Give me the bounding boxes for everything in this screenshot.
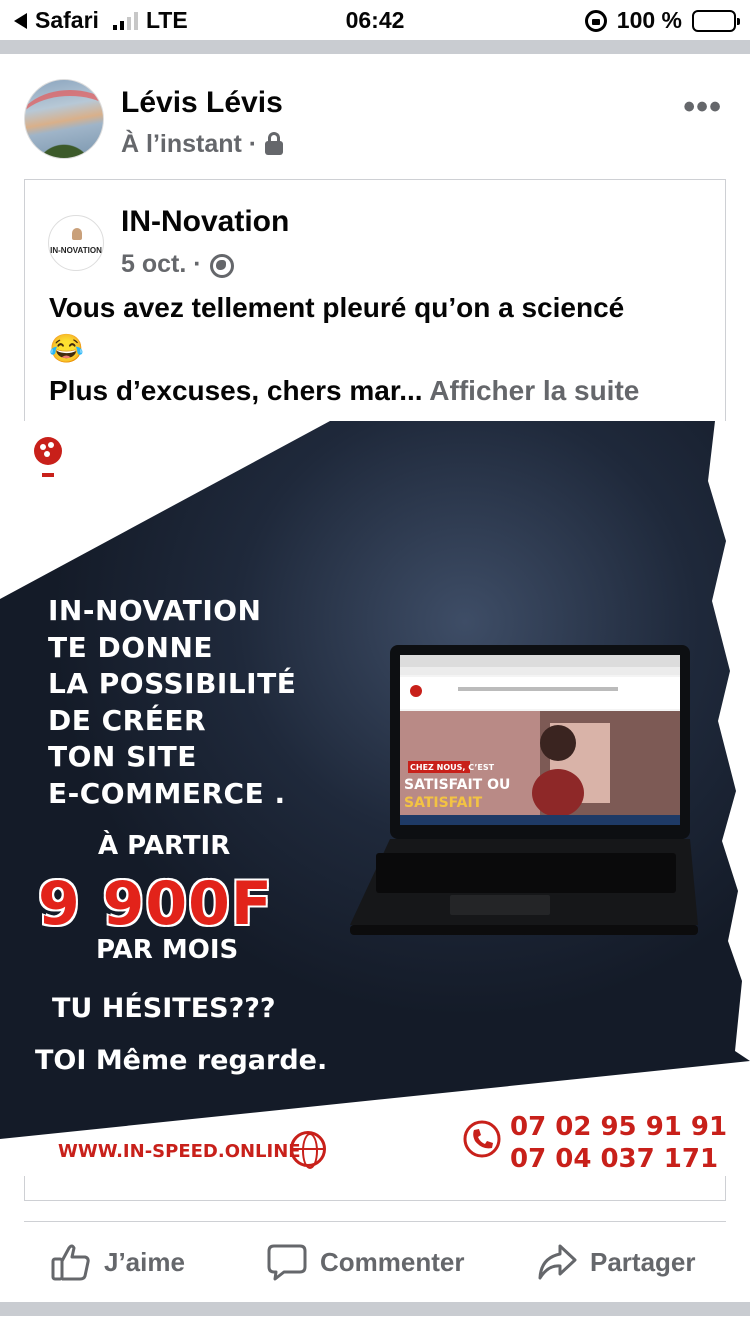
status-right: 100 % — [584, 7, 740, 34]
page-name[interactable]: IN-Novation — [121, 205, 289, 239]
screen-banner-line3: SATISFAIT — [404, 795, 483, 811]
share-icon — [538, 1244, 577, 1280]
share-label: Partager — [590, 1246, 696, 1277]
comment-button[interactable]: Commenter — [266, 1240, 464, 1284]
ad-brand: IN-SPE-E-D — [18, 481, 163, 506]
laptop-image — [350, 645, 698, 935]
headline-line: DE CRÉER — [48, 703, 207, 737]
ad-image[interactable]: IN-SPE-E-D IN-NOVATION TE DONNE LA POSSI… — [0, 421, 750, 1176]
lock-icon — [265, 131, 284, 155]
bulb-icon — [72, 228, 82, 240]
ad-from-label: À PARTIR — [98, 831, 231, 861]
bulb-logo-icon — [34, 437, 62, 477]
like-button[interactable]: J’aime — [50, 1240, 185, 1284]
headline-line: LA POSSIBILITÉ — [48, 667, 297, 700]
more-options-icon[interactable]: ••• — [683, 88, 722, 127]
comment-label: Commenter — [320, 1246, 465, 1277]
shared-post-date: 5 oct. · — [121, 250, 234, 279]
post-timestamp: À l’instant · — [121, 130, 284, 159]
comment-icon — [267, 1244, 307, 1281]
page-avatar-text: IN-NOVATION — [50, 245, 102, 255]
headline-line: TE DONNE — [48, 630, 214, 664]
headline-line: IN-NOVATION — [48, 594, 262, 627]
see-more-link[interactable]: Afficher la suite — [429, 375, 639, 406]
ad-phones: 07 02 95 91 91 07 04 037 171 — [510, 1111, 727, 1175]
headline-line: E-COMMERCE . — [48, 776, 286, 810]
ad-cta: TOI Même regarde. — [35, 1045, 328, 1076]
bottom-separator — [0, 1302, 750, 1316]
page-avatar[interactable]: IN-NOVATION — [48, 215, 104, 271]
post-text-truncated: Plus d’excuses, chers mar... — [49, 375, 423, 406]
post-text-line2: Plus d’excuses, chers mar... Afficher la… — [49, 369, 639, 412]
headline-line: TON SITE — [48, 740, 197, 773]
ad-period: PAR MOIS — [96, 935, 239, 965]
author-avatar[interactable] — [24, 79, 104, 159]
author-name[interactable]: Lévis Lévis — [121, 86, 283, 120]
battery-percent: 100 % — [616, 7, 682, 33]
screen-banner-line2: SATISFAIT OU — [404, 777, 511, 793]
thumbs-up-icon — [51, 1244, 90, 1281]
ad-phone-1: 07 02 95 91 91 — [510, 1112, 728, 1142]
screen-banner-line1: CHEZ NOUS, C’EST — [410, 763, 495, 772]
like-label: J’aime — [104, 1246, 185, 1277]
globe-icon — [209, 253, 234, 278]
share-button[interactable]: Partager — [536, 1240, 696, 1284]
shared-date-text: 5 oct. · — [121, 250, 202, 278]
post-time-text: À l’instant · — [121, 130, 258, 158]
ad-headline: IN-NOVATION TE DONNE LA POSSIBILITÉ DE C… — [48, 593, 296, 812]
orientation-lock-icon — [584, 9, 607, 32]
battery-icon — [692, 9, 740, 32]
actions-separator — [24, 1221, 726, 1222]
laughing-emoji: 😂 — [49, 333, 84, 364]
status-bar: Safari LTE 06:42 100 % — [0, 0, 750, 40]
web-globe-icon — [290, 1131, 326, 1169]
ad-question: TU HÉSITES??? — [52, 993, 276, 1024]
ad-website: WWW.IN-SPEED.ONLINE — [58, 1141, 301, 1162]
post-text-line1: Vous avez tellement pleuré qu’on a scien… — [49, 292, 625, 323]
ad-phone-2: 07 04 037 171 — [510, 1144, 719, 1174]
ad-price: 9 900F — [38, 869, 273, 939]
top-separator — [0, 40, 750, 54]
phone-icon — [463, 1120, 501, 1158]
